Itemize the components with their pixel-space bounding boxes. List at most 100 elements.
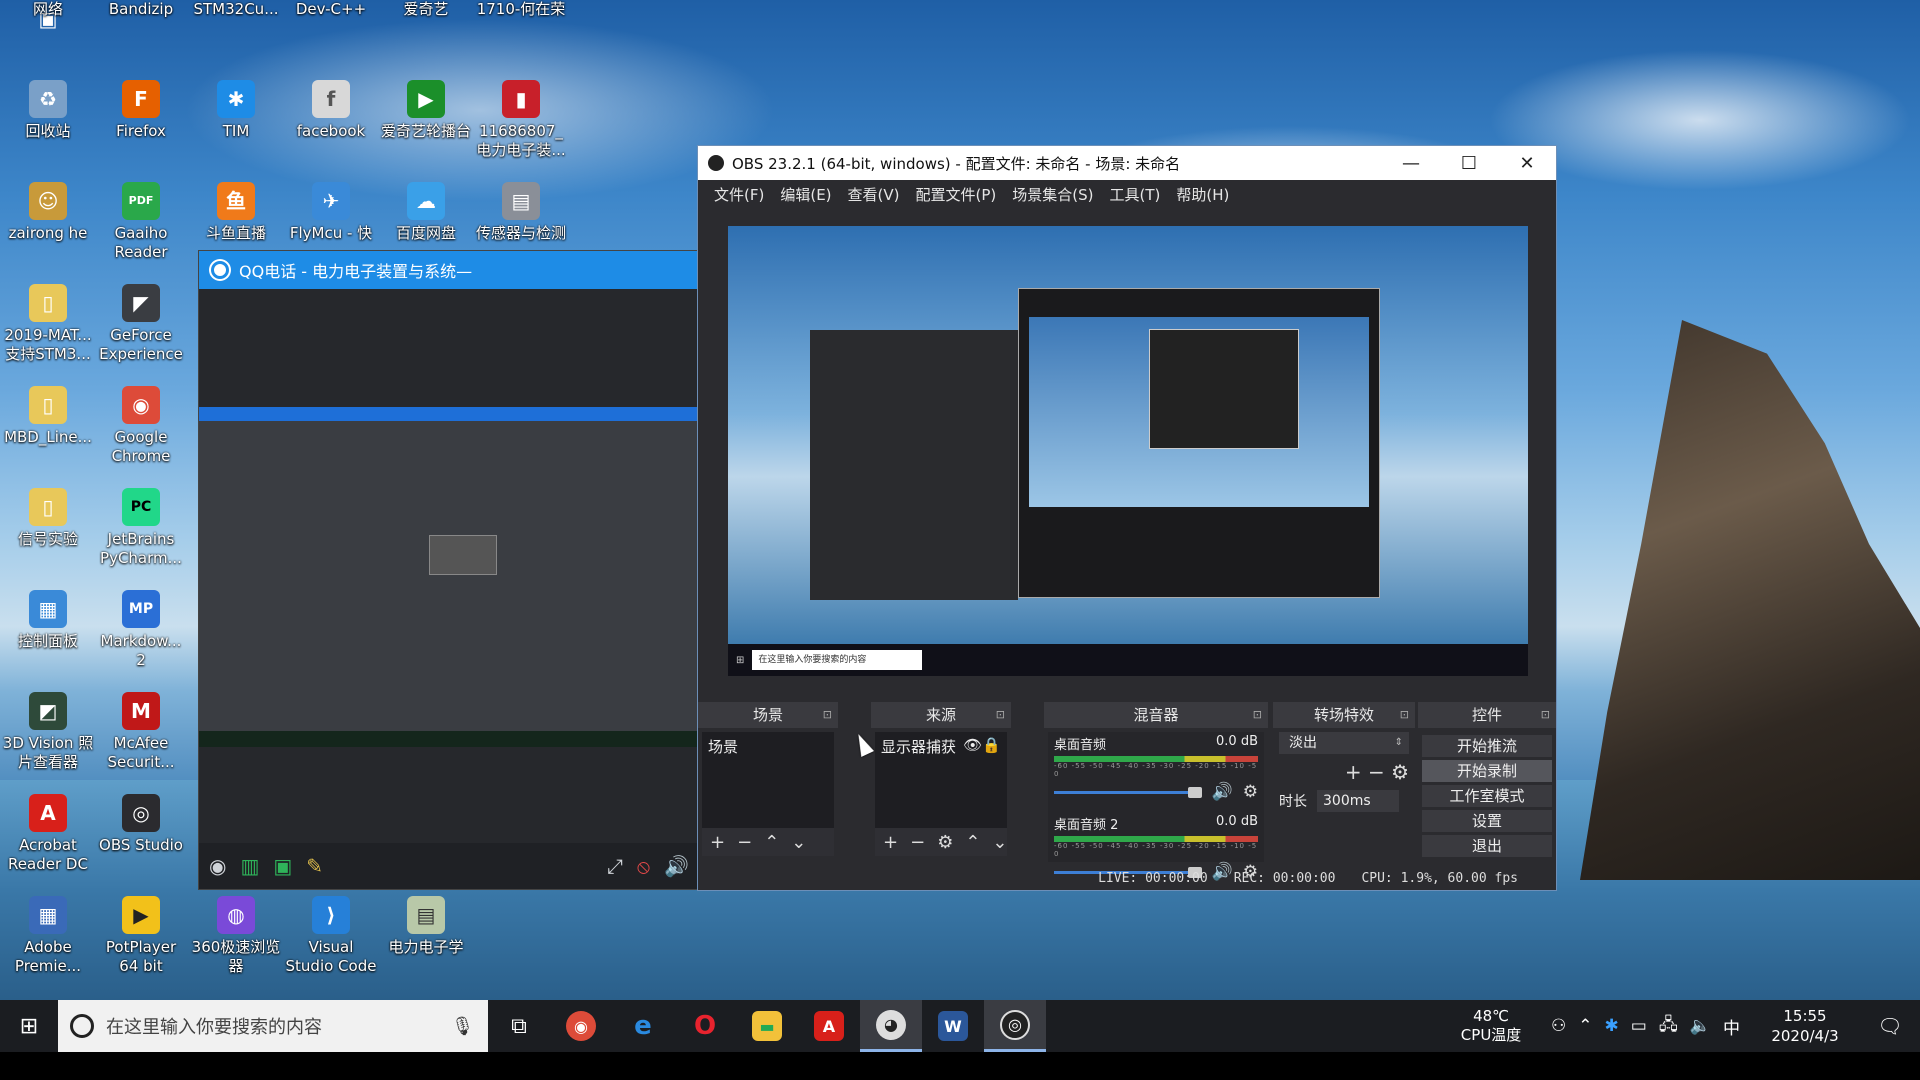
desktop-icon-pdf-doc[interactable]: ▮ 11686807_电力电子装... — [475, 80, 567, 160]
desktop-icon-mbd-folder[interactable]: ▯ MBD_Line... — [2, 386, 94, 447]
remove-scene-icon[interactable]: − — [737, 832, 752, 853]
studio-mode-button[interactable]: 工作室模式 — [1422, 785, 1552, 807]
desktop-icon-devcpp[interactable]: Dev-C++ — [285, 0, 377, 19]
desktop-icon-iqiyi[interactable]: 爱奇艺 — [380, 0, 472, 19]
speaker-icon[interactable]: 🔊 — [664, 854, 689, 878]
desktop-icon-douyu[interactable]: 鱼斗鱼直播 — [190, 182, 282, 243]
move-down-icon[interactable]: ⌄ — [992, 832, 1007, 853]
desktop-icon-pycharm[interactable]: PC JetBrains PyCharm... — [95, 488, 187, 568]
desktop-icon-vscode[interactable]: ⟩ Visual Studio Code — [285, 896, 377, 976]
dock-float-icon[interactable]: ⊡ — [1400, 702, 1409, 728]
start-recording-button[interactable]: 开始录制 — [1422, 760, 1552, 782]
dock-float-icon[interactable]: ⊡ — [1253, 702, 1262, 728]
desktop-icon-acrobat[interactable]: A Acrobat Reader DC — [2, 794, 94, 874]
desktop-icon-stm32cube[interactable]: STM32Cu... — [190, 0, 282, 19]
desktop-icon-chrome[interactable]: ◉ Google Chrome — [95, 386, 187, 466]
desktop-icon-firefox[interactable]: F Firefox — [95, 80, 187, 141]
qq-title-bar[interactable]: QQ电话 - 电力电子装置与系统— — [199, 251, 699, 289]
desktop-icon-tim[interactable]: ✱ TIM — [190, 80, 282, 141]
desktop-icon-potplayer[interactable]: ▶ PotPlayer 64 bit — [95, 896, 187, 976]
add-scene-icon[interactable]: + — [710, 832, 725, 853]
desktop-icon-gaaiho[interactable]: PDF Gaaiho Reader — [95, 182, 187, 262]
menu-help[interactable]: 帮助(H) — [1168, 184, 1237, 205]
microphone-icon[interactable]: 🎙 — [451, 1016, 488, 1037]
obs-title-bar[interactable]: OBS 23.2.1 (64-bit, windows) - 配置文件: 未命名… — [698, 146, 1556, 180]
obs-window[interactable]: OBS 23.2.1 (64-bit, windows) - 配置文件: 未命名… — [697, 145, 1557, 891]
mic-muted-icon[interactable]: ⦸ — [637, 854, 650, 878]
taskbar-search-box[interactable]: 在这里输入你要搜索的内容 🎙 — [58, 1000, 488, 1052]
add-transition-icon[interactable]: + — [1345, 760, 1362, 784]
desktop-icon-geforce[interactable]: ◤ GeForce Experience — [95, 284, 187, 364]
volume-slider-knob[interactable] — [1187, 786, 1202, 798]
duration-spinbox[interactable]: 300ms — [1317, 790, 1399, 812]
fullscreen-icon[interactable]: ⤢ — [607, 854, 623, 878]
settings-button[interactable]: 设置 — [1422, 810, 1552, 832]
remove-transition-icon[interactable]: − — [1368, 760, 1385, 784]
battery-icon[interactable]: ▭ — [1631, 1016, 1647, 1036]
visibility-lock-icons[interactable]: 👁🔒 — [963, 736, 1001, 757]
taskbar-edge[interactable]: e — [612, 1000, 674, 1052]
desktop-icon-bandizip[interactable]: Bandizip — [95, 0, 187, 19]
move-up-icon[interactable]: ⌃ — [965, 832, 980, 853]
desktop-icon-flymcu[interactable]: ✈ FlyMcu - 快 — [285, 182, 377, 243]
taskbar-chrome[interactable]: ◉ — [550, 1000, 612, 1052]
bluetooth-icon[interactable]: ✱ — [1605, 1016, 1619, 1036]
exit-button[interactable]: 退出 — [1422, 835, 1552, 857]
start-button[interactable]: ⊞ — [0, 1000, 58, 1052]
network-icon[interactable]: 🖧 — [1659, 1012, 1678, 1041]
pen-icon[interactable]: ✎ — [306, 854, 323, 878]
taskbar-file-explorer[interactable]: ▬ — [736, 1000, 798, 1052]
desktop-icon-control-panel[interactable]: ▦ 控制面板 — [2, 590, 94, 651]
move-down-icon[interactable]: ⌄ — [791, 832, 806, 853]
task-view-button[interactable]: ⧉ — [488, 1000, 550, 1052]
desktop-icon-iqiyi-carousel[interactable]: ▶ 爱奇艺轮播台 — [380, 80, 472, 141]
desktop-icon-baidu-netdisk[interactable]: ☁ 百度网盘 — [380, 182, 472, 243]
desktop-icon-matlab-folder[interactable]: ▯ 2019-MAT... 支持STM3... — [2, 284, 94, 364]
scene-item[interactable]: 场景 — [702, 732, 834, 761]
menu-tools[interactable]: 工具(T) — [1101, 184, 1168, 205]
desktop-icon-sensor-doc[interactable]: ▤ 传感器与检测 — [475, 182, 567, 243]
taskbar-opera[interactable]: O — [674, 1000, 736, 1052]
volume-icon[interactable]: 🔈 — [1690, 1016, 1711, 1036]
taskbar-acrobat[interactable]: A — [798, 1000, 860, 1052]
desktop-icon-signal-folder[interactable]: ▯ 信号实验 — [2, 488, 94, 549]
taskbar-clock[interactable]: 15:55 2020/4/3 — [1750, 1006, 1860, 1046]
dock-float-icon[interactable]: ⊡ — [996, 702, 1005, 728]
share-screen-icon[interactable]: ▥ — [240, 854, 259, 878]
taskbar-word[interactable]: W — [922, 1000, 984, 1052]
whiteboard-icon[interactable]: ▣ — [273, 854, 292, 878]
move-up-icon[interactable]: ⌃ — [764, 832, 779, 853]
desktop-icon-network[interactable]: ▣网络 — [2, 0, 94, 31]
action-center-icon[interactable]: 🗨 — [1860, 1014, 1920, 1038]
menu-scene-collection[interactable]: 场景集合(S) — [1004, 184, 1101, 205]
desktop-icon-power-electronics[interactable]: ▤ 电力电子学 — [380, 896, 472, 957]
desktop-icon-premiere[interactable]: ▦ Adobe Premie... — [2, 896, 94, 976]
menu-view[interactable]: 查看(V) — [840, 184, 908, 205]
menu-profile[interactable]: 配置文件(P) — [908, 184, 1005, 205]
desktop-icon-obs[interactable]: ◎ OBS Studio — [95, 794, 187, 855]
desktop-icon-word-doc[interactable]: 1710-何在荣 — [475, 0, 567, 19]
desktop-icon-facebook[interactable]: f facebook — [285, 80, 377, 141]
volume-slider[interactable] — [1054, 786, 1202, 798]
dock-float-icon[interactable]: ⊡ — [823, 702, 832, 728]
sources-list[interactable]: 显示器捕获 👁🔒 + − ⚙ ⌃ ⌄ — [875, 732, 1008, 856]
ime-indicator[interactable]: 中 — [1723, 1014, 1740, 1039]
add-source-icon[interactable]: + — [883, 832, 898, 853]
dock-float-icon[interactable]: ⊡ — [1541, 702, 1550, 728]
scenes-list[interactable]: 场景 + − ⌃ ⌄ — [702, 732, 834, 856]
source-settings-icon[interactable]: ⚙ — [937, 832, 953, 853]
obs-preview-canvas[interactable]: ⊞ 在这里输入你要搜索的内容 — [728, 226, 1528, 676]
close-icon[interactable]: ✕ — [1498, 153, 1556, 174]
minimize-icon[interactable]: — — [1382, 153, 1440, 174]
menu-edit[interactable]: 编辑(E) — [772, 184, 839, 205]
taskbar-qq[interactable]: ◕ — [860, 1000, 922, 1052]
desktop-icon-recycle-bin[interactable]: ♻ 回收站 — [2, 80, 94, 141]
taskbar-obs[interactable]: ◎ — [984, 1000, 1046, 1052]
desktop-icon-mcafee[interactable]: M McAfee Securit... — [95, 692, 187, 772]
chevron-up-icon[interactable]: ⌃ — [1578, 1016, 1592, 1036]
gear-icon[interactable]: ⚙ — [1243, 782, 1258, 802]
desktop-icon-user-folder[interactable]: ☺ zairong he — [2, 182, 94, 243]
gear-icon[interactable]: ⚙ — [1391, 760, 1409, 784]
transition-select[interactable]: 淡出 ⇕ — [1279, 732, 1409, 754]
desktop-icon-360-browser[interactable]: ◍ 360极速浏览器 — [190, 896, 282, 976]
